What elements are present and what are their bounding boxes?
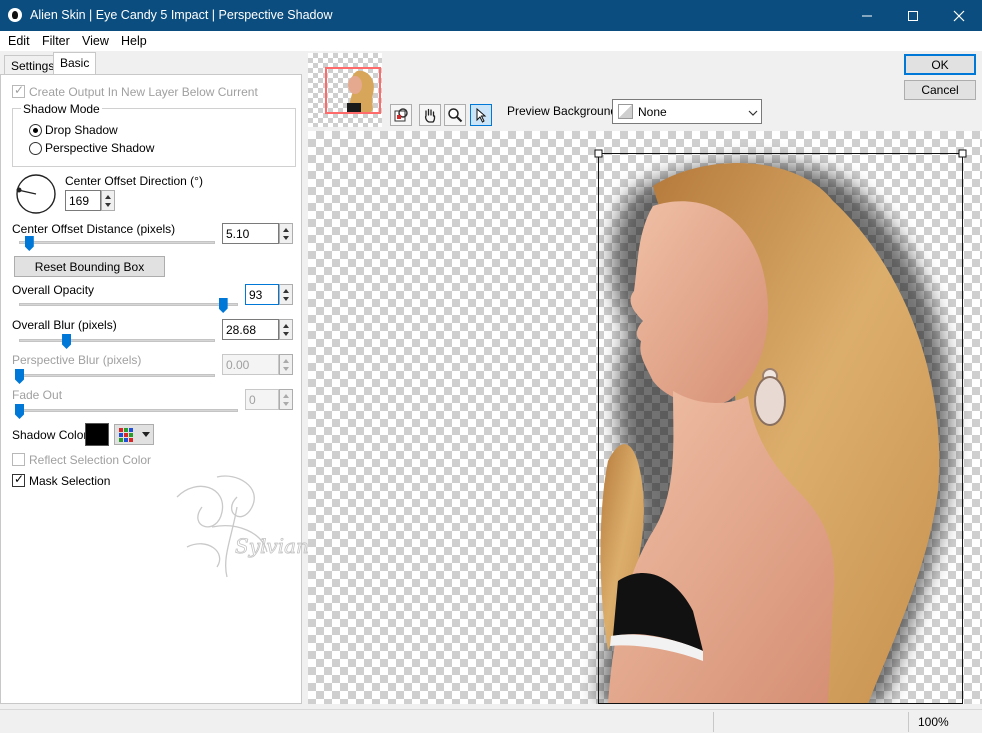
preview-background-label: Preview Background: [507, 104, 621, 118]
zoom-icon [448, 108, 463, 123]
overall-opacity-spinner[interactable] [279, 284, 293, 305]
preview-image [594, 149, 967, 704]
overall-opacity-slider[interactable] [218, 298, 228, 313]
fade-out-spinner[interactable] [279, 389, 293, 410]
fade-out-track [19, 409, 238, 412]
mask-selection-checkbox[interactable]: ✓ [12, 472, 25, 487]
zoom-tool[interactable] [444, 104, 466, 126]
alien-skin-icon [8, 8, 22, 22]
perspective-blur-track [19, 374, 215, 377]
color-palette-button[interactable] [114, 424, 154, 445]
preview-background-value: None [638, 105, 667, 119]
color-grid-icon [119, 427, 133, 442]
navigate-icon [394, 108, 408, 122]
center-offset-distance-track [19, 241, 215, 244]
perspective-blur-slider[interactable] [15, 369, 24, 384]
arrow-icon [476, 107, 487, 123]
shadow-color-swatch[interactable] [85, 423, 109, 446]
center-offset-distance-input[interactable]: 5.10 [222, 223, 279, 244]
shadow-color-label: Shadow Color [12, 428, 88, 442]
overall-blur-track [19, 339, 215, 342]
title-bar: Alien Skin | Eye Candy 5 Impact | Perspe… [0, 0, 982, 31]
create-output-label: Create Output In New Layer Below Current [29, 85, 258, 99]
perspective-shadow-radio[interactable] [29, 142, 42, 155]
create-output-checkbox[interactable]: ✓ [12, 83, 25, 98]
fade-out-label: Fade Out [12, 388, 63, 402]
overall-opacity-label: Overall Opacity [12, 283, 95, 297]
ok-button[interactable]: OK [904, 54, 976, 75]
status-bar: 100% [0, 709, 982, 733]
drop-shadow-label: Drop Shadow [45, 123, 118, 137]
maximize-button[interactable] [890, 0, 936, 31]
tab-basic[interactable]: Basic [53, 52, 97, 75]
reflect-selection-color-checkbox[interactable] [12, 453, 25, 466]
status-divider [908, 712, 909, 732]
perspective-blur-spinner[interactable] [279, 354, 293, 375]
menu-view[interactable]: View [82, 34, 109, 48]
center-offset-direction-label: Center Offset Direction (°) [65, 174, 203, 188]
drop-shadow-radio[interactable] [29, 124, 42, 137]
menu-bar: Edit Filter View Help [0, 31, 982, 51]
reset-bounding-box-button[interactable]: Reset Bounding Box [14, 256, 165, 277]
thumbnail-portrait-image [347, 70, 374, 112]
hand-icon [424, 108, 436, 123]
center-offset-distance-slider[interactable] [24, 236, 34, 251]
center-offset-distance-label: Center Offset Distance (pixels) [12, 222, 176, 236]
navigate-tool[interactable] [390, 104, 412, 126]
overall-blur-input[interactable]: 28.68 [222, 319, 279, 340]
direction-dial[interactable] [15, 173, 57, 215]
center-offset-direction-spinner[interactable] [101, 190, 115, 211]
basic-settings-panel: ✓ Create Output In New Layer Below Curre… [0, 74, 313, 704]
shadow-mode-label: Shadow Mode [21, 102, 102, 116]
perspective-blur-input[interactable]: 0.00 [222, 354, 279, 375]
menu-filter[interactable]: Filter [42, 34, 70, 48]
zoom-level: 100% [918, 715, 949, 729]
center-offset-distance-spinner[interactable] [279, 223, 293, 244]
menu-edit[interactable]: Edit [8, 34, 30, 48]
status-divider [713, 712, 714, 732]
watermark-logo: Sylviane [176, 475, 313, 578]
preview-canvas[interactable] [308, 131, 982, 704]
mask-selection-label: Mask Selection [29, 474, 111, 488]
menu-help[interactable]: Help [121, 34, 147, 48]
overall-blur-label: Overall Blur (pixels) [12, 318, 117, 332]
reflect-selection-color-label: Reflect Selection Color [29, 453, 152, 467]
perspective-blur-label: Perspective Blur (pixels) [12, 353, 142, 367]
center-offset-direction-input[interactable]: 169 [65, 190, 101, 211]
cancel-button[interactable]: Cancel [904, 80, 976, 100]
overall-blur-slider[interactable] [62, 334, 72, 349]
chevron-down-icon [142, 432, 150, 437]
navigator-view-rect[interactable] [325, 67, 381, 114]
hand-tool[interactable] [419, 104, 441, 126]
shadow-mode-group [12, 108, 296, 167]
chevron-down-icon [748, 110, 758, 116]
fade-out-input[interactable]: 0 [245, 389, 279, 410]
perspective-shadow-label: Perspective Shadow [45, 141, 155, 155]
window-title: Alien Skin | Eye Candy 5 Impact | Perspe… [30, 8, 333, 22]
svg-text:Sylviane: Sylviane [235, 534, 313, 558]
overall-opacity-track [19, 303, 238, 306]
navigator-thumbnail[interactable] [308, 53, 382, 127]
background-swatch-icon [618, 104, 633, 119]
close-button[interactable] [936, 0, 982, 31]
minimize-button[interactable] [844, 0, 890, 31]
overall-blur-spinner[interactable] [279, 319, 293, 340]
overall-opacity-input[interactable]: 93 [245, 284, 279, 305]
select-tool[interactable] [470, 104, 492, 126]
preview-background-select[interactable]: None [612, 99, 762, 124]
fade-out-slider[interactable] [15, 404, 24, 419]
